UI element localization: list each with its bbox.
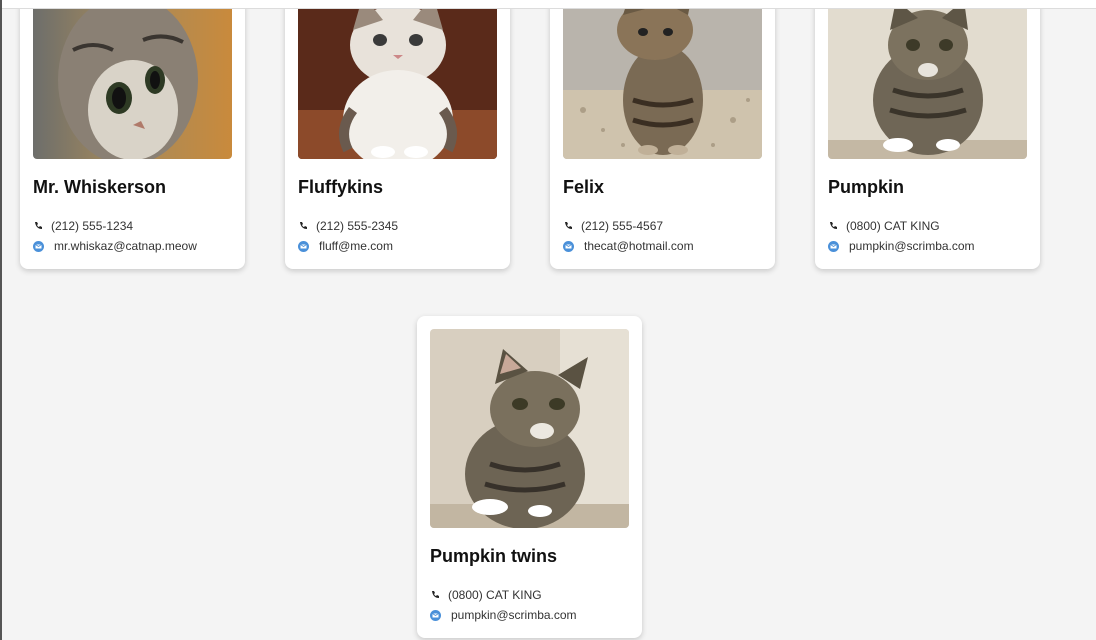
contact-card: Felix (212) 555-4567 thecat@hotmail.com — [550, 0, 775, 269]
phone-row: (0800) CAT KING — [828, 216, 1027, 236]
email-address: thecat@hotmail.com — [584, 239, 694, 253]
browser-top-edge — [0, 0, 1096, 9]
phone-number: (0800) CAT KING — [846, 219, 940, 233]
phone-number: (212) 555-2345 — [316, 219, 399, 233]
phone-icon — [432, 591, 439, 598]
cat-photo — [563, 0, 762, 159]
contact-card: Pumpkin (0800) CAT KING pumpkin@scrimba.… — [815, 0, 1040, 269]
phone-row: (212) 555-2345 — [298, 216, 497, 236]
email-row: pumpkin@scrimba.com — [828, 236, 1027, 256]
cat-photo — [828, 0, 1027, 159]
email-address: fluff@me.com — [319, 239, 393, 253]
contact-card: Pumpkin twins (0800) CAT KING pumpkin@sc… — [417, 316, 642, 638]
cat-photo — [298, 0, 497, 159]
email-row: fluff@me.com — [298, 236, 497, 256]
phone-icon — [35, 222, 42, 229]
email-icon — [430, 609, 441, 621]
phone-row: (212) 555-4567 — [563, 216, 762, 236]
email-row: thecat@hotmail.com — [563, 236, 762, 256]
cat-name: Fluffykins — [298, 177, 384, 197]
cat-name: Mr. Whiskerson — [33, 177, 167, 197]
contact-card: Fluffykins (212) 555-2345 fluff@me.com — [285, 0, 510, 269]
phone-icon — [830, 222, 837, 229]
cat-name: Pumpkin twins — [430, 546, 558, 566]
phone-row: (212) 555-1234 — [33, 216, 232, 236]
window-left-edge — [0, 0, 2, 640]
email-address: mr.whiskaz@catnap.meow — [54, 239, 197, 253]
phone-row: (0800) CAT KING — [430, 585, 629, 605]
email-icon — [33, 240, 44, 252]
email-address: pumpkin@scrimba.com — [849, 239, 975, 253]
phone-icon — [565, 222, 572, 229]
email-icon — [563, 240, 574, 252]
cat-name: Pumpkin — [828, 177, 905, 197]
cat-name: Felix — [563, 177, 605, 197]
email-icon — [298, 240, 309, 252]
phone-number: (212) 555-4567 — [581, 219, 664, 233]
phone-icon — [300, 222, 307, 229]
cat-photo — [430, 329, 629, 528]
cat-photo — [33, 0, 232, 159]
contact-card: Mr. Whiskerson (212) 555-1234 mr.whiskaz… — [20, 0, 245, 269]
phone-number: (212) 555-1234 — [51, 219, 134, 233]
email-icon — [828, 240, 839, 252]
email-row: pumpkin@scrimba.com — [430, 605, 629, 625]
email-row: mr.whiskaz@catnap.meow — [33, 236, 232, 256]
email-address: pumpkin@scrimba.com — [451, 608, 577, 622]
phone-number: (0800) CAT KING — [448, 588, 542, 602]
